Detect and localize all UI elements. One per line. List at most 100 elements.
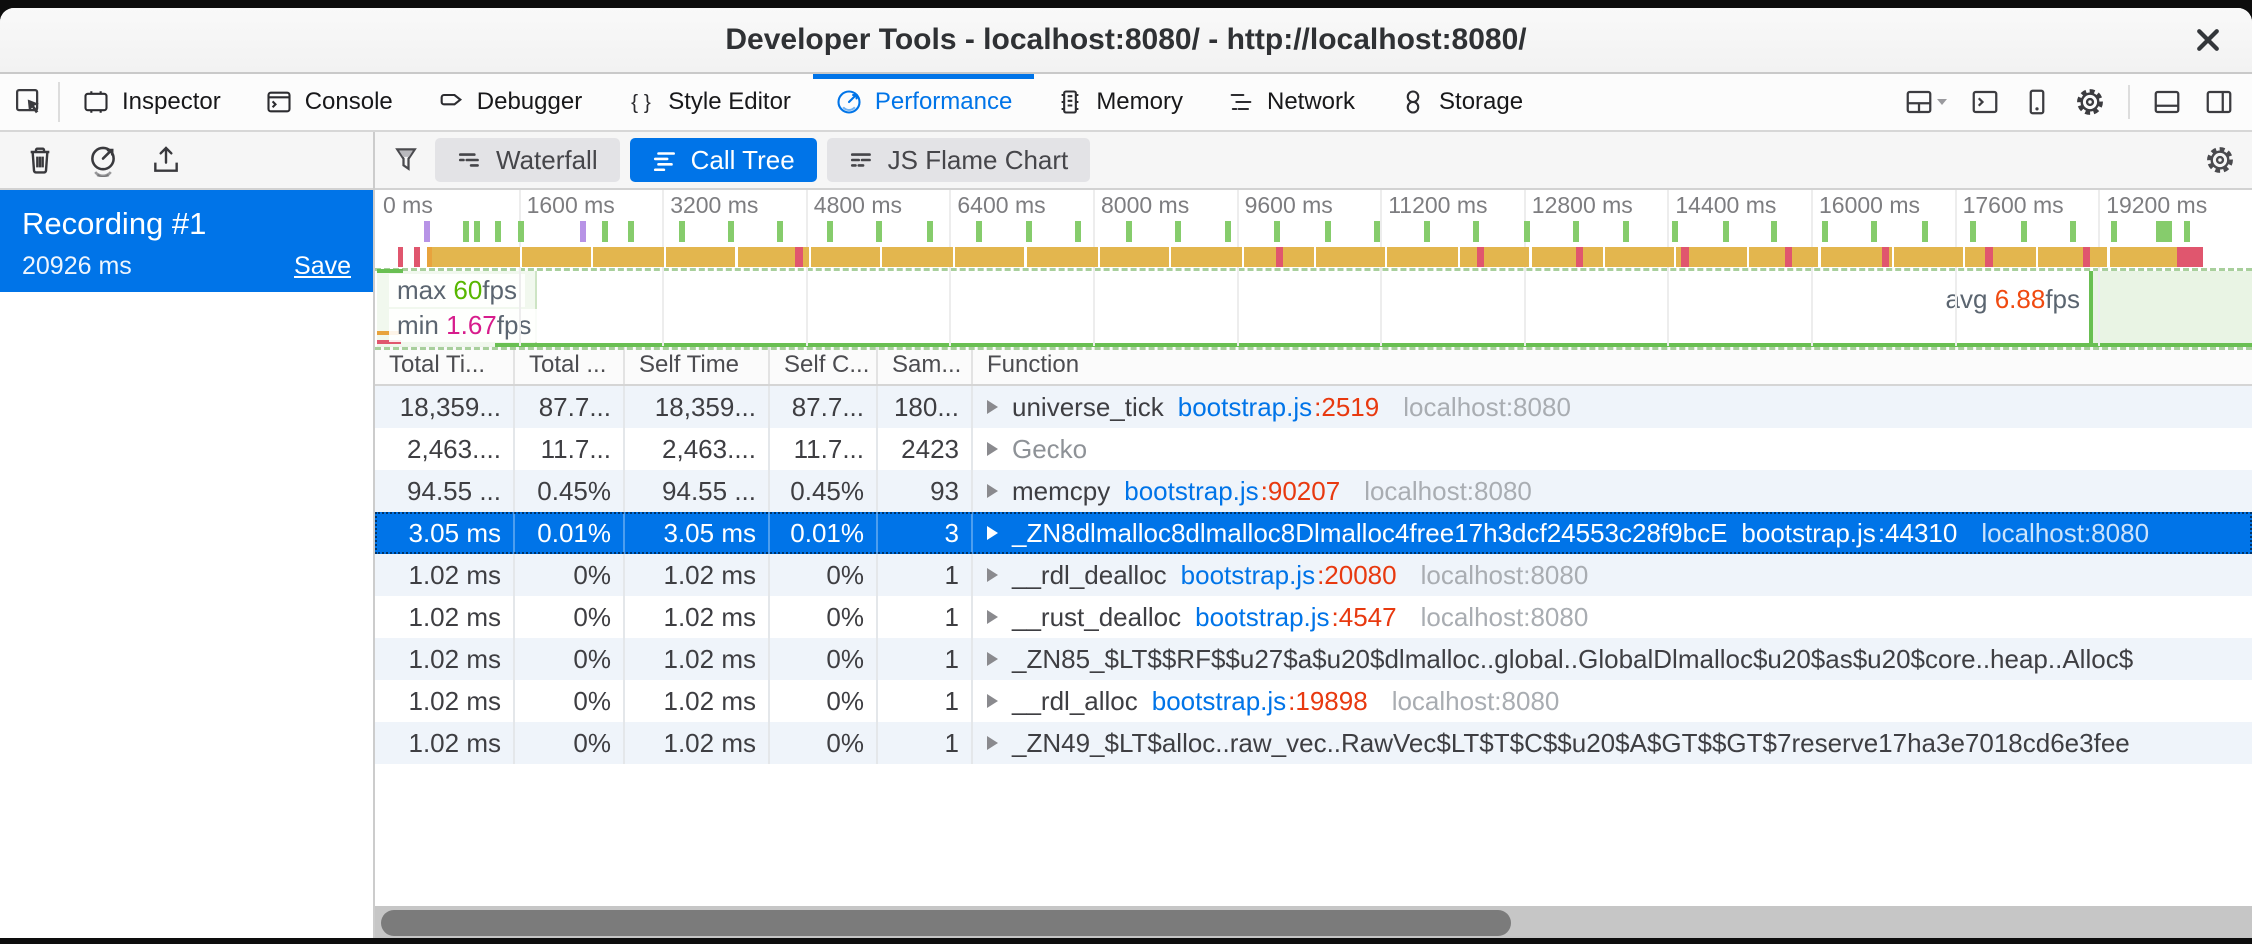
- call-tree-row[interactable]: 2,463....11.7...2,463....11.7...2423Geck…: [375, 428, 2252, 470]
- tab-console[interactable]: Console: [243, 74, 415, 130]
- source-file-link[interactable]: bootstrap.js: [1178, 392, 1312, 423]
- call-tree-row[interactable]: 1.02 ms0%1.02 ms0%1__rdl_deallocbootstra…: [375, 554, 2252, 596]
- timeline-marker: [1723, 221, 1729, 242]
- view-button-js-flame-chart[interactable]: JS Flame Chart: [827, 138, 1091, 182]
- source-file-link[interactable]: bootstrap.js: [1741, 518, 1875, 549]
- call-tree-row[interactable]: 1.02 ms0%1.02 ms0%1__rust_deallocbootstr…: [375, 596, 2252, 638]
- close-window-button[interactable]: [2190, 22, 2226, 58]
- call-tree-rows: 18,359...87.7...18,359...87.7...180...un…: [375, 386, 2252, 764]
- column-header-self-time[interactable]: Self Time: [625, 346, 770, 384]
- performance-icon: [835, 88, 863, 116]
- timeline-marker: [1424, 221, 1430, 242]
- ruler-gridline: [806, 190, 808, 346]
- waterfall-gap: [1603, 247, 1605, 267]
- expand-twisty-icon[interactable]: [987, 400, 998, 414]
- dock-options-button[interactable]: [1904, 87, 1948, 117]
- tab-storage[interactable]: Storage: [1377, 74, 1545, 130]
- column-header-sam[interactable]: Sam...: [878, 346, 973, 384]
- timeline-marker: [1970, 221, 1976, 242]
- waterfall-gap: [735, 247, 737, 267]
- ruler-tick-label: 8000 ms: [1101, 192, 1189, 219]
- source-file-link[interactable]: bootstrap.js: [1124, 476, 1258, 507]
- performance-settings-button[interactable]: [2204, 144, 2236, 176]
- titlebar: Developer Tools - localhost:8080/ - http…: [0, 8, 2252, 74]
- source-file-link[interactable]: bootstrap.js: [1181, 560, 1315, 591]
- source-file-link[interactable]: bootstrap.js: [1152, 686, 1286, 717]
- function-cell: __rdl_deallocbootstrap.js:20080localhost…: [973, 554, 2252, 596]
- save-recording-link[interactable]: Save: [294, 252, 351, 281]
- view-button-call-tree[interactable]: Call Tree: [630, 138, 817, 182]
- waterfall-gap: [1529, 247, 1531, 267]
- call-tree-row[interactable]: 1.02 ms0%1.02 ms0%1_ZN49_$LT$alloc..raw_…: [375, 722, 2252, 764]
- tab-performance[interactable]: Performance: [813, 74, 1034, 130]
- recording-item[interactable]: Recording #1 20926 ms Save: [0, 190, 373, 292]
- call-tree-row[interactable]: 1.02 ms0%1.02 ms0%1_ZN85_$LT$$RF$$u27$a$…: [375, 638, 2252, 680]
- svg-text:{ }: { }: [631, 91, 651, 114]
- node-picker-icon: [14, 87, 44, 117]
- timeline-marker: [518, 221, 524, 242]
- expand-twisty-icon[interactable]: [987, 568, 998, 582]
- timeline-marker: [602, 221, 608, 242]
- view-switcher: WaterfallCall Tree JS Flame Chart: [435, 138, 1090, 182]
- dock-bottom-icon[interactable]: [2152, 87, 2182, 117]
- total-time-cell: 1.02 ms: [375, 638, 515, 680]
- call-tree-row[interactable]: 1.02 ms0%1.02 ms0%1__rdl_allocbootstrap.…: [375, 680, 2252, 722]
- samples-cell: 1: [878, 722, 973, 764]
- source-file-link[interactable]: bootstrap.js: [1195, 602, 1329, 633]
- responsive-mode-icon[interactable]: [2022, 87, 2052, 117]
- column-header-total-ti[interactable]: Total Ti...: [375, 346, 515, 384]
- column-header-function[interactable]: Function: [973, 346, 2252, 384]
- total-time-cell: 1.02 ms: [375, 722, 515, 764]
- self-time-cell: 1.02 ms: [625, 722, 770, 764]
- call-tree-row[interactable]: 94.55 ...0.45%94.55 ...0.45%93memcpyboot…: [375, 470, 2252, 512]
- expand-twisty-icon[interactable]: [987, 526, 998, 540]
- call-tree-row[interactable]: 3.05 ms0.01%3.05 ms0.01%3_ZN8dlmalloc8dl…: [375, 512, 2252, 554]
- expand-twisty-icon[interactable]: [987, 442, 998, 456]
- expand-twisty-icon[interactable]: [987, 694, 998, 708]
- view-button-waterfall[interactable]: Waterfall: [435, 138, 620, 182]
- import-recording-icon[interactable]: [150, 144, 182, 176]
- tab-network[interactable]: Network: [1205, 74, 1377, 130]
- horizontal-scrollbar[interactable]: [375, 906, 2252, 938]
- tab-inspector[interactable]: Inspector: [60, 74, 243, 130]
- clear-recordings-icon[interactable]: [24, 144, 56, 176]
- total-pct-cell: 0%: [515, 596, 625, 638]
- timeline-marker: [1175, 221, 1181, 242]
- column-header-self-c[interactable]: Self C...: [770, 346, 878, 384]
- call-tree-header[interactable]: Total Ti...Total ...Self TimeSelf C...Sa…: [375, 346, 2252, 386]
- tab-strip: InspectorConsoleDebugger{ }Style EditorP…: [60, 74, 1545, 130]
- expand-twisty-icon[interactable]: [987, 652, 998, 666]
- network-icon: [1227, 88, 1255, 116]
- fps-start-segment: [377, 269, 403, 273]
- filter-funnel-icon: [391, 145, 421, 175]
- tab-debugger[interactable]: Debugger: [415, 74, 604, 130]
- timeline-overview[interactable]: max 60fps min 1.67fps avg 6.88fps 0 ms16…: [375, 190, 2252, 346]
- node-picker-button[interactable]: [0, 74, 58, 130]
- fps-graph[interactable]: max 60fps min 1.67fps avg 6.88fps: [375, 268, 2252, 350]
- scrollbar-thumb[interactable]: [381, 910, 1511, 936]
- function-cell: _ZN85_$LT$$RF$$u27$a$u20$dlmalloc..globa…: [973, 638, 2252, 680]
- column-header-total-[interactable]: Total ...: [515, 346, 625, 384]
- ruler-gridline: [1093, 190, 1095, 346]
- inspector-icon: [82, 88, 110, 116]
- expand-twisty-icon[interactable]: [987, 736, 998, 750]
- total-time-cell: 2,463....: [375, 428, 515, 470]
- settings-gear-icon[interactable]: [2074, 86, 2106, 118]
- call-tree-row[interactable]: 18,359...87.7...18,359...87.7...180...un…: [375, 386, 2252, 428]
- view-button-label: JS Flame Chart: [888, 145, 1069, 176]
- close-icon: [2193, 25, 2223, 55]
- timeline-marker: [1524, 221, 1530, 242]
- tab-style-editor[interactable]: { }Style Editor: [604, 74, 813, 130]
- recording-name: Recording #1: [22, 206, 351, 242]
- tab-memory[interactable]: Memory: [1034, 74, 1205, 130]
- filter-markers-button[interactable]: [391, 145, 421, 175]
- split-console-icon[interactable]: [1970, 87, 2000, 117]
- dock-side-icon[interactable]: [2204, 87, 2234, 117]
- expand-twisty-icon[interactable]: [987, 484, 998, 498]
- waterfall-pre-tick: [414, 247, 420, 267]
- waterfall-gap: [1242, 247, 1244, 267]
- expand-twisty-icon[interactable]: [987, 610, 998, 624]
- record-icon[interactable]: [86, 143, 120, 177]
- ruler-tick-label: 14400 ms: [1675, 192, 1776, 219]
- waterfall-gap: [1963, 247, 1965, 267]
